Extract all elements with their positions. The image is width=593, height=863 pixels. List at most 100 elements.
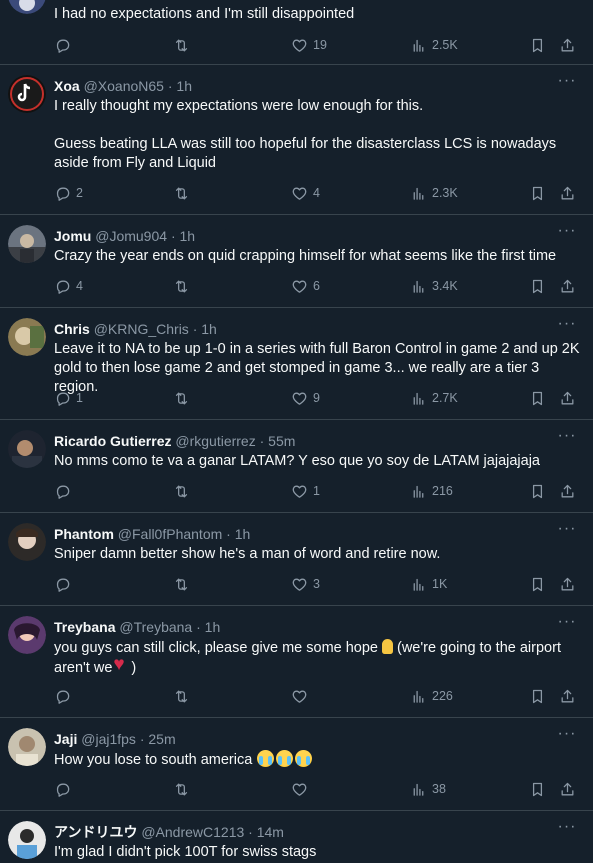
bookmark-button[interactable] (529, 686, 546, 706)
like-button[interactable]: 4 (291, 183, 320, 203)
avatar[interactable] (8, 318, 46, 356)
views-button[interactable]: 2.5K (410, 35, 458, 55)
user-handle[interactable]: @XoanoN65 (84, 78, 164, 94)
more-icon[interactable]: ··· (557, 316, 577, 336)
heart-icon (291, 278, 308, 295)
retweet-icon (173, 185, 190, 202)
avatar[interactable] (8, 616, 46, 654)
like-button[interactable] (291, 686, 313, 706)
tweet[interactable]: アンドリユウ @AndrewC1213 · 14m ··· I'm glad I… (0, 811, 593, 863)
views-button[interactable]: 226 (410, 686, 453, 706)
avatar[interactable] (8, 728, 46, 766)
retweet-button[interactable] (173, 183, 195, 203)
bookmark-button[interactable] (529, 574, 546, 594)
tweet[interactable]: Xoa @XoanoN65 · 1h ··· I really thought … (0, 65, 593, 215)
views-button[interactable]: 1K (410, 574, 447, 594)
tweet[interactable]: I had no expectations and I'm still disa… (0, 0, 593, 65)
like-button[interactable]: 3 (291, 574, 320, 594)
timestamp[interactable]: · 1h (226, 526, 250, 542)
share-button[interactable] (559, 35, 576, 55)
timestamp[interactable]: · 1h (196, 619, 220, 635)
views-button[interactable]: 3.4K (410, 276, 458, 296)
reply-button[interactable]: 2 (54, 183, 83, 203)
avatar[interactable] (8, 75, 46, 113)
retweet-button[interactable] (173, 779, 195, 799)
avatar[interactable] (8, 225, 46, 263)
reply-button[interactable]: 1 (54, 388, 83, 408)
like-button[interactable]: 1 (291, 481, 320, 501)
tweet[interactable]: Jaji @jaj1fps · 25m ··· How you lose to … (0, 718, 593, 811)
retweet-button[interactable] (173, 686, 195, 706)
views-button[interactable]: 2.3K (410, 183, 458, 203)
bookmark-button[interactable] (529, 183, 546, 203)
like-button[interactable]: 19 (291, 35, 327, 55)
bookmark-button[interactable] (529, 35, 546, 55)
reply-button[interactable] (54, 574, 76, 594)
timestamp[interactable]: · 1h (171, 228, 195, 244)
reply-button[interactable] (54, 686, 76, 706)
user-handle[interactable]: @AndrewC1213 (141, 824, 244, 840)
retweet-button[interactable] (173, 388, 195, 408)
like-button[interactable]: 9 (291, 388, 320, 408)
reply-button[interactable] (54, 481, 76, 501)
share-button[interactable] (559, 574, 576, 594)
bookmark-button[interactable] (529, 481, 546, 501)
user-handle[interactable]: @Jomu904 (95, 228, 167, 244)
reply-button[interactable]: 4 (54, 276, 83, 296)
display-name[interactable]: Xoa (54, 78, 80, 94)
bookmark-button[interactable] (529, 388, 546, 408)
tweet[interactable]: Phantom @Fall0fPhantom · 1h ··· Sniper d… (0, 513, 593, 606)
retweet-button[interactable] (173, 481, 195, 501)
more-icon[interactable]: ··· (557, 521, 577, 541)
tweet[interactable]: Jomu @Jomu904 · 1h ··· Crazy the year en… (0, 215, 593, 308)
more-icon[interactable]: ··· (557, 819, 577, 839)
more-icon[interactable]: ··· (557, 726, 577, 746)
share-button[interactable] (559, 388, 576, 408)
display-name[interactable]: Ricardo Gutierrez (54, 433, 171, 449)
retweet-button[interactable] (173, 276, 195, 296)
display-name[interactable]: Jomu (54, 228, 91, 244)
user-handle[interactable]: @Fall0fPhantom (118, 526, 222, 542)
user-handle[interactable]: @KRNG_Chris (94, 321, 189, 337)
bookmark-button[interactable] (529, 276, 546, 296)
user-handle[interactable]: @rkgutierrez (175, 433, 255, 449)
display-name[interactable]: アンドリユウ (54, 824, 137, 840)
tweet[interactable]: Treybana @Treybana · 1h ··· you guys can… (0, 606, 593, 718)
like-button[interactable] (291, 779, 313, 799)
more-icon[interactable]: ··· (557, 223, 577, 243)
avatar[interactable] (8, 430, 46, 468)
timestamp[interactable]: · 55m (260, 433, 296, 449)
share-button[interactable] (559, 779, 576, 799)
share-button[interactable] (559, 276, 576, 296)
more-icon[interactable]: ··· (557, 428, 577, 448)
user-handle[interactable]: @jaj1fps (81, 731, 136, 747)
tweet[interactable]: Chris @KRNG_Chris · 1h ··· Leave it to N… (0, 308, 593, 420)
avatar[interactable] (8, 821, 46, 859)
views-button[interactable]: 2.7K (410, 388, 458, 408)
views-button[interactable]: 216 (410, 481, 453, 501)
user-handle[interactable]: @Treybana (119, 619, 192, 635)
display-name[interactable]: Jaji (54, 731, 77, 747)
retweet-button[interactable] (173, 35, 195, 55)
share-button[interactable] (559, 686, 576, 706)
bookmark-button[interactable] (529, 779, 546, 799)
timestamp[interactable]: · 1h (193, 321, 217, 337)
reply-button[interactable] (54, 35, 76, 55)
share-button[interactable] (559, 183, 576, 203)
timestamp[interactable]: · 25m (140, 731, 176, 747)
timestamp[interactable]: · 14m (248, 824, 284, 840)
share-button[interactable] (559, 481, 576, 501)
more-icon[interactable]: ··· (557, 73, 577, 93)
display-name[interactable]: Treybana (54, 619, 115, 635)
avatar[interactable] (8, 0, 46, 14)
reply-button[interactable] (54, 779, 76, 799)
timestamp[interactable]: · 1h (168, 78, 192, 94)
views-button[interactable]: 38 (410, 779, 446, 799)
tweet[interactable]: Ricardo Gutierrez @rkgutierrez · 55m ···… (0, 420, 593, 513)
like-button[interactable]: 6 (291, 276, 320, 296)
display-name[interactable]: Phantom (54, 526, 114, 542)
retweet-button[interactable] (173, 574, 195, 594)
display-name[interactable]: Chris (54, 321, 90, 337)
more-icon[interactable]: ··· (557, 614, 577, 634)
avatar[interactable] (8, 523, 46, 561)
